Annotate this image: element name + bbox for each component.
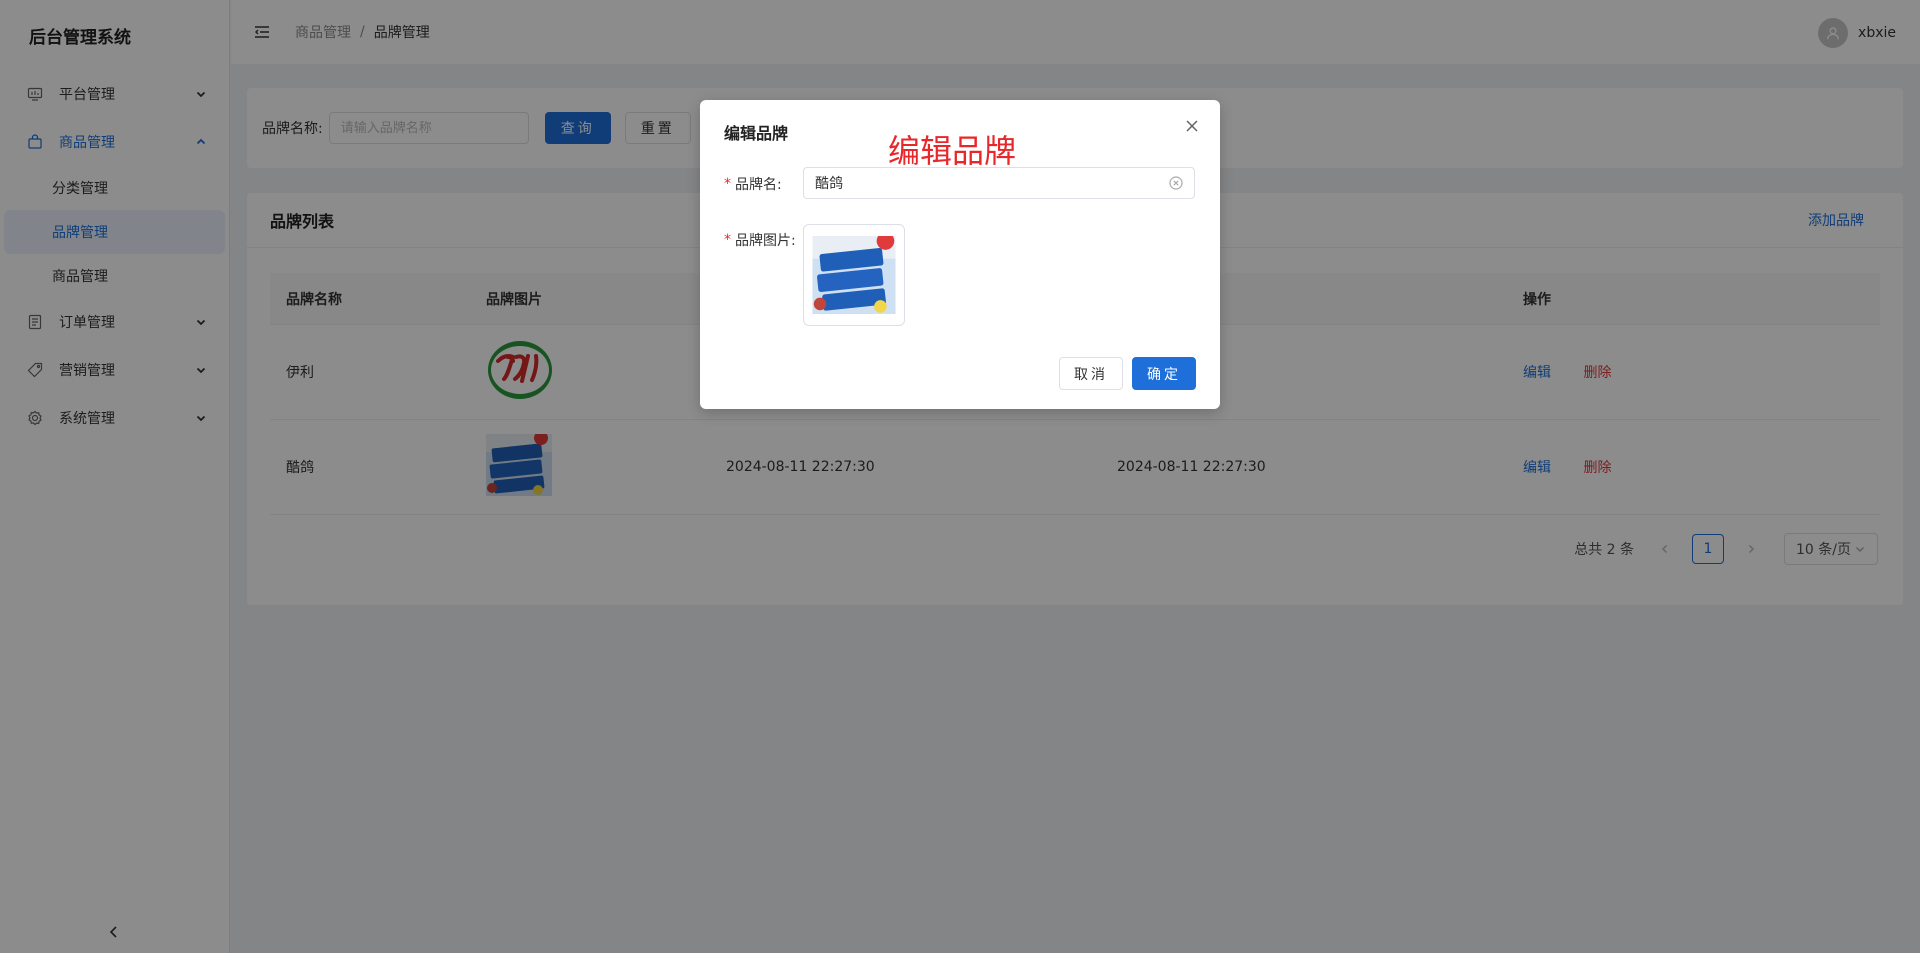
dialog-title: 编辑品牌 [724,124,789,143]
brand-image-label: 品牌图片: [735,233,796,249]
clear-input-icon[interactable] [1169,176,1183,190]
dialog-footer: 取消 确定 [1059,357,1196,390]
close-icon[interactable] [1184,118,1200,134]
dialog-watermark-text: 编辑品牌 [888,132,1017,170]
confirm-button[interactable]: 确定 [1132,357,1196,390]
uploaded-brand-image [812,236,896,314]
brand-name-form-row: * 品牌名: [724,174,805,194]
brand-name-label: 品牌名: [735,177,782,193]
brand-image-form-row: * 品牌图片: [724,230,805,250]
edit-brand-dialog: 编辑品牌 编辑品牌 * 品牌名: 酷鸽 * 品牌图片: 取消 确定 [700,100,1220,409]
cancel-button[interactable]: 取消 [1059,357,1123,390]
required-mark: * [724,232,731,248]
brand-name-value: 酷鸽 [815,176,843,192]
brand-name-input[interactable]: 酷鸽 [803,167,1195,199]
brand-image-upload[interactable] [803,224,905,326]
required-mark: * [724,176,731,192]
